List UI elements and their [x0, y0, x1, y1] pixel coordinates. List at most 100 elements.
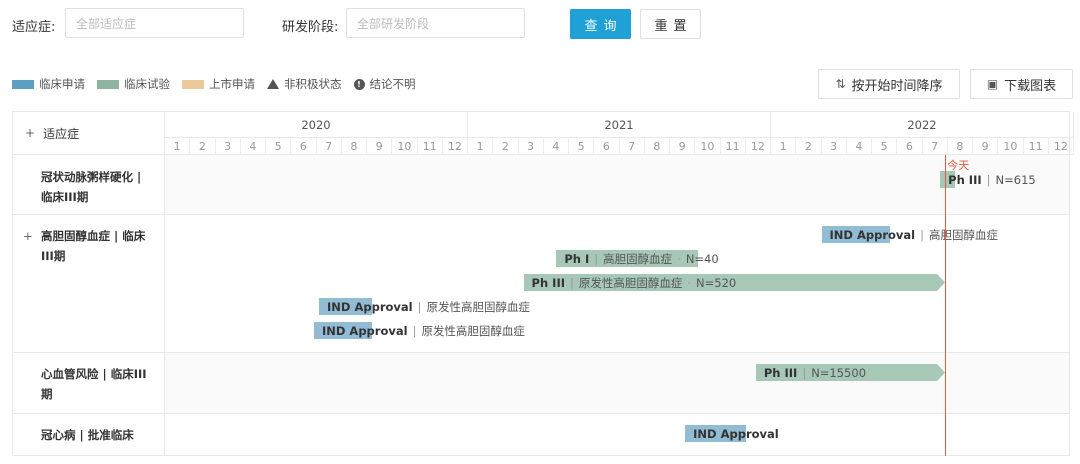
download-chart-button[interactable]: ▣ 下载图表: [970, 69, 1073, 99]
indication-row-label[interactable]: 冠心病 | 批准临床: [13, 413, 165, 445]
legend-label: 临床申请: [39, 77, 85, 91]
month-header: 7: [316, 138, 342, 155]
bar-label: Ph I | 高胆固醇血症 · N=40: [564, 250, 718, 267]
indication-header-label: 适应症: [43, 126, 80, 141]
year-header: 2021: [468, 112, 771, 138]
bar-arrow: [937, 274, 946, 291]
indication-row-label[interactable]: + 高胆固醇血症 | 临床III期: [13, 214, 165, 266]
bar-label: IND Approval | 原发性高胆固醇血症: [327, 298, 530, 315]
chart-icon: ▣: [986, 77, 999, 91]
bar-sample-size: N=520: [696, 275, 737, 290]
month-header: 3: [215, 138, 241, 155]
month-header: 5: [872, 138, 898, 155]
month-header: 3: [518, 138, 544, 155]
indication-row-label[interactable]: 心血管风险 | 临床III期: [13, 352, 165, 404]
month-header: 1: [771, 138, 797, 155]
month-header: 5: [266, 138, 292, 155]
timeline-header: 2020 1 2 3 4 5 6 7 8 9 10 11 12 2021 1 2 3 4 5 6 7 8 9 10 11 12 20…: [165, 112, 1074, 155]
query-button[interactable]: 查询: [570, 9, 631, 39]
expand-icon[interactable]: +: [23, 226, 33, 246]
legend-item[interactable]: 上市申请: [182, 76, 255, 92]
row-divider: [13, 352, 1069, 353]
indication-name: 冠心病 | 批准临床: [41, 428, 134, 442]
bar-separator: |: [412, 323, 417, 338]
stage-select[interactable]: 全部研发阶段: [346, 8, 525, 38]
bar-separator: ·: [677, 251, 681, 266]
month-header: 6: [897, 138, 923, 155]
month-header: 2: [796, 138, 822, 155]
month-header: 8: [947, 138, 973, 155]
legend-swatch: [12, 79, 34, 89]
bar-label: Ph III | N=615: [948, 171, 1036, 188]
month-header: 7: [619, 138, 645, 155]
month-header: 4: [846, 138, 872, 155]
bar-detail: 原发性高胆固醇血症: [426, 299, 530, 314]
bar-detail: 原发性高胆固醇血症: [578, 275, 683, 290]
sort-button[interactable]: ⇅ 按开始时间降序: [818, 69, 960, 99]
month-header: 12: [442, 138, 468, 155]
month-header: 7: [922, 138, 948, 155]
today-label: 今天: [947, 159, 970, 172]
month-header: 6: [291, 138, 317, 155]
bar-separator: |: [986, 172, 991, 187]
month-header: 6: [594, 138, 620, 155]
month-header: 9: [367, 138, 393, 155]
indication-header[interactable]: + 适应症: [13, 112, 165, 155]
bar-detail: N=615: [995, 172, 1036, 187]
legend-item[interactable]: ! 结论不明: [353, 76, 416, 92]
bar-separator: |: [417, 299, 422, 314]
month-header: 1: [165, 138, 191, 155]
month-header: 3: [821, 138, 847, 155]
legend-swatch: [97, 79, 119, 89]
gantt-chart: + 适应症 冠状动脉粥样硬化 | 临床III期 + 高胆固醇血症 | 临床III期心…: [12, 111, 1074, 456]
bar-label: Ph III | N=15500: [764, 364, 866, 381]
bar-phase: Ph III: [531, 275, 566, 290]
bar-phase: Ph III: [763, 365, 798, 380]
row-background: [165, 352, 1069, 413]
bar-label: IND Approval | 高胆固醇血症: [830, 226, 998, 243]
month-header: 12: [745, 138, 771, 155]
indication-name: 高胆固醇血症 | 临床III期: [41, 229, 146, 263]
legend-swatch: [182, 79, 204, 89]
legend-label: 上市申请: [209, 77, 255, 91]
filter-bar: 适应症: 全部适应症 研发阶段: 全部研发阶段 查询 重置: [12, 8, 1068, 40]
today-line: [945, 155, 947, 456]
month-header: 11: [720, 138, 746, 155]
legend-label: 结论不明: [369, 77, 416, 91]
row-divider: [13, 214, 1069, 215]
bar-phase: IND Approval: [829, 227, 916, 242]
month-header: 10: [392, 138, 418, 155]
month-header: 2: [190, 138, 216, 155]
month-header: 8: [341, 138, 367, 155]
expand-all-icon[interactable]: +: [25, 126, 35, 140]
legend-item[interactable]: 非积极状态: [267, 76, 342, 92]
bar-phase: Ph I: [564, 251, 590, 266]
year-header: 2020: [165, 112, 468, 138]
bar-detail: N=15500: [811, 365, 867, 380]
month-header: 10: [695, 138, 721, 155]
legend-item[interactable]: 临床申请: [12, 76, 85, 92]
bar-label: Ph III | 原发性高胆固醇血症 · N=520: [532, 274, 737, 291]
indication-label: 适应症:: [12, 20, 56, 35]
bar-sample-size: N=40: [685, 251, 719, 266]
year-header: 2022: [771, 112, 1074, 138]
bar-separator: |: [920, 227, 924, 242]
bar-separator: |: [802, 365, 807, 380]
row-divider: [13, 413, 1069, 414]
legend-item[interactable]: 临床试验: [97, 76, 170, 92]
legend-label: 临床试验: [124, 77, 170, 91]
indication-column: + 适应症 冠状动脉粥样硬化 | 临床III期 + 高胆固醇血症 | 临床III期心…: [13, 112, 165, 455]
indication-name: 冠状动脉粥样硬化 | 临床III期: [41, 170, 142, 204]
indication-row-label[interactable]: 冠状动脉粥样硬化 | 临床III期: [13, 155, 165, 207]
reset-button[interactable]: 重置: [640, 9, 701, 39]
download-button-label: 下载图表: [1004, 78, 1057, 94]
bar-arrow: [937, 364, 946, 381]
indication-select[interactable]: 全部适应症: [65, 8, 244, 38]
month-header: 10: [998, 138, 1024, 155]
month-header: 4: [543, 138, 569, 155]
month-header: 12: [1048, 138, 1074, 155]
bar-phase: IND Approval: [327, 299, 413, 314]
indication-name: 心血管风险 | 临床III期: [41, 367, 147, 401]
sort-button-label: 按开始时间降序: [851, 78, 943, 94]
bar-label: IND Approval: [693, 425, 779, 442]
